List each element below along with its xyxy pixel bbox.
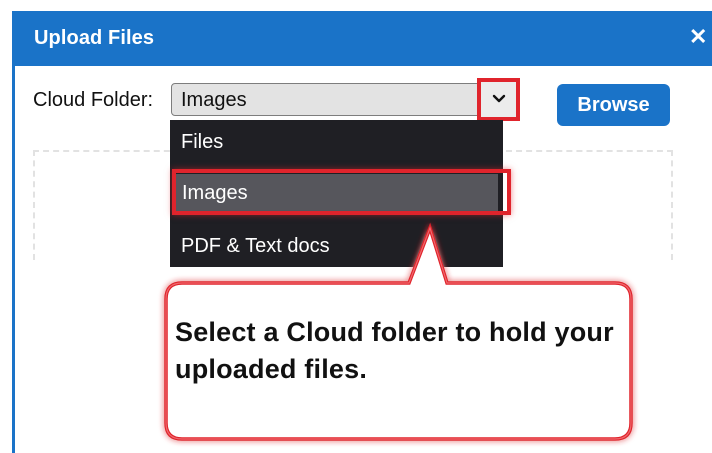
callout-text: Select a Cloud folder to hold your uploa… [175, 317, 614, 384]
dialog-title: Upload Files [34, 27, 155, 49]
folder-option-files[interactable]: Files [170, 120, 503, 165]
highlight-selected-option [172, 169, 511, 215]
dropdown-toggle-button[interactable] [477, 78, 520, 121]
folder-option-pdf-text-docs[interactable]: PDF & Text docs [170, 224, 503, 269]
chevron-down-icon [492, 94, 506, 103]
cloud-folder-select[interactable]: Images [171, 83, 520, 116]
cloud-folder-label: Cloud Folder: [33, 89, 154, 111]
selected-folder-value: Images [181, 89, 247, 111]
dialog-titlebar: Upload Files ✕ [15, 11, 712, 66]
browse-button[interactable]: Browse [557, 84, 670, 126]
close-icon[interactable]: ✕ [689, 25, 707, 49]
upload-files-page: Upload Files ✕ Cloud Folder: Images Brow… [0, 0, 712, 453]
